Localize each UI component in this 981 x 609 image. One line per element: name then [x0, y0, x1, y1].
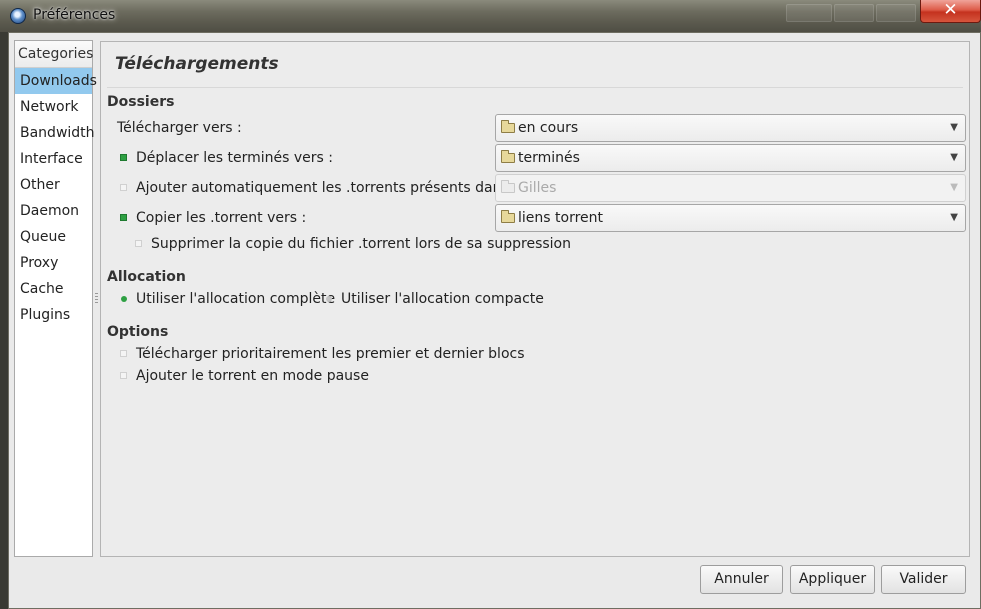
copy-torrent-label: Copier les .torrent vers : — [136, 210, 307, 226]
sidebar-item-interface[interactable]: Interface — [15, 146, 92, 172]
sidebar-item-network[interactable]: Network — [15, 94, 92, 120]
copy-torrent-folder-value: liens torrent — [518, 210, 603, 226]
copy-torrent-checkbox[interactable] — [120, 214, 127, 221]
move-completed-folder-value: terminés — [518, 150, 580, 166]
section-options-heading: Options — [107, 324, 169, 340]
title-divider — [107, 87, 963, 88]
download-to-label: Télécharger vers : — [117, 120, 242, 136]
autoadd-folder-value: Gilles — [518, 180, 557, 196]
autoadd-checkbox[interactable] — [120, 184, 127, 191]
autoadd-label: Ajouter automatiquement les .torrents pr… — [136, 180, 518, 196]
sidebar-item-downloads[interactable]: Downloads — [15, 68, 97, 94]
sidebar-item-other[interactable]: Other — [15, 172, 92, 198]
prioritize-blocks-label: Télécharger prioritairement les premier … — [136, 346, 525, 362]
restore-button[interactable] — [876, 4, 916, 22]
page-title: Téléchargements — [115, 54, 279, 74]
allocation-full-radio[interactable] — [121, 296, 127, 302]
sidebar-item-plugins[interactable]: Plugins — [15, 302, 92, 328]
sidebar-item-daemon[interactable]: Daemon — [15, 198, 92, 224]
prioritize-blocks-checkbox[interactable] — [120, 350, 127, 357]
download-folder-value: en cours — [518, 120, 579, 136]
sidebar-item-proxy[interactable]: Proxy — [15, 250, 92, 276]
folder-icon — [501, 180, 515, 193]
sidebar-item-queue[interactable]: Queue — [15, 224, 92, 250]
move-completed-folder-select[interactable]: terminés ▼ — [495, 144, 966, 172]
chevron-down-icon: ▼ — [950, 182, 958, 193]
ok-button[interactable]: Valider — [881, 565, 966, 594]
close-button[interactable]: ✕ — [920, 0, 981, 23]
window-title: Préférences — [33, 7, 116, 23]
folder-icon — [501, 210, 515, 223]
folder-icon — [501, 120, 515, 133]
move-completed-checkbox[interactable] — [120, 154, 127, 161]
app-icon — [10, 8, 26, 24]
download-folder-select[interactable]: en cours ▼ — [495, 114, 966, 142]
close-icon: ✕ — [943, 0, 958, 20]
minimize-button[interactable] — [786, 4, 832, 22]
move-completed-label: Déplacer les terminés vers : — [136, 150, 333, 166]
allocation-compact-radio[interactable] — [326, 296, 332, 302]
allocation-full-label: Utiliser l'allocation complète — [136, 291, 336, 307]
section-dossiers-heading: Dossiers — [107, 94, 175, 110]
autoadd-folder-select: Gilles ▼ — [495, 174, 966, 202]
apply-button[interactable]: Appliquer — [790, 565, 875, 594]
allocation-compact-label: Utiliser l'allocation compacte — [341, 291, 544, 307]
delete-copy-label: Supprimer la copie du fichier .torrent l… — [151, 236, 571, 252]
chevron-down-icon: ▼ — [950, 212, 958, 223]
chevron-down-icon: ▼ — [950, 122, 958, 133]
add-paused-label: Ajouter le torrent en mode pause — [136, 368, 369, 384]
chevron-down-icon: ▼ — [950, 152, 958, 163]
categories-header: Categories — [15, 41, 93, 68]
title-bar[interactable]: Préférences ✕ — [0, 0, 981, 32]
pane-splitter-handle[interactable] — [95, 293, 98, 303]
delete-copy-checkbox[interactable] — [135, 240, 142, 247]
cancel-button[interactable]: Annuler — [700, 565, 783, 594]
maximize-button[interactable] — [834, 4, 874, 22]
copy-torrent-folder-select[interactable]: liens torrent ▼ — [495, 204, 966, 232]
categories-list[interactable]: Categories Downloads Network Bandwidth I… — [14, 40, 97, 557]
section-allocation-heading: Allocation — [107, 269, 186, 285]
add-paused-checkbox[interactable] — [120, 372, 127, 379]
folder-icon — [501, 150, 515, 163]
preferences-window: Préférences ✕ Categories Downloads Netwo… — [0, 0, 981, 609]
sidebar-item-bandwidth[interactable]: Bandwidth — [15, 120, 95, 146]
sidebar-item-cache[interactable]: Cache — [15, 276, 92, 302]
